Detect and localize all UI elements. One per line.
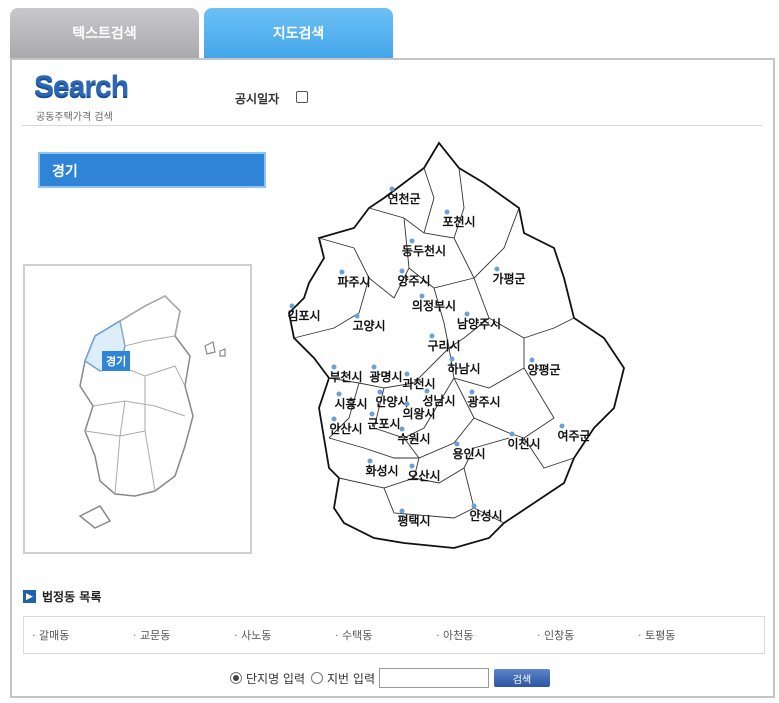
dong-item[interactable]: 사노동 (234, 627, 335, 643)
city-dot[interactable] (529, 357, 535, 363)
city-label[interactable]: 동두천시 (402, 243, 446, 258)
city-label[interactable]: 과천시 (402, 376, 435, 391)
tab-bar: 텍스트검색 지도검색 (10, 8, 775, 58)
city-label[interactable]: 수원시 (397, 432, 430, 446)
city-dot[interactable] (369, 411, 375, 417)
city-dot[interactable] (367, 458, 373, 464)
city-label[interactable]: 성남시 (422, 393, 455, 408)
city-dot[interactable] (389, 186, 395, 192)
city-label[interactable]: 이천시 (507, 436, 540, 451)
city-dot[interactable] (454, 441, 460, 447)
region-selected[interactable]: 경기 (38, 152, 266, 188)
city-label[interactable]: 포천시 (442, 214, 475, 229)
dong-list-title: 법정동 목록 (42, 590, 102, 604)
search-input[interactable] (379, 668, 489, 688)
city-dot[interactable] (377, 389, 383, 395)
city-label[interactable]: 남양주시 (457, 316, 501, 331)
city-label[interactable]: 평택시 (397, 513, 430, 528)
city-label[interactable]: 광주시 (467, 394, 500, 409)
city-dot[interactable] (399, 426, 405, 432)
city-label[interactable]: 가평군 (492, 271, 525, 286)
city-label[interactable]: 용인시 (452, 446, 485, 461)
city-dot[interactable] (354, 313, 360, 319)
city-label[interactable]: 연천군 (387, 191, 420, 206)
radio-lot-label: 지번 입력 (327, 671, 375, 686)
tab-map-search[interactable]: 지도검색 (204, 8, 393, 58)
city-dot[interactable] (331, 364, 337, 370)
city-dot[interactable] (371, 364, 377, 370)
city-dot[interactable] (444, 209, 450, 215)
city-dot[interactable] (424, 388, 430, 394)
korea-map-label: 경기 (102, 351, 131, 371)
city-dot[interactable] (399, 508, 405, 514)
city-dot[interactable] (289, 303, 295, 309)
city-dot[interactable] (331, 416, 337, 422)
city-label[interactable]: 양평군 (527, 362, 560, 377)
dong-item[interactable]: 아천동 (436, 627, 537, 643)
panel-header: Search 공동주택가격 검색 공시일자 (22, 68, 762, 126)
arrow-right-icon: ▶ (23, 590, 36, 603)
city-label[interactable]: 여주군 (557, 428, 590, 443)
city-dot[interactable] (339, 269, 345, 275)
city-dot[interactable] (429, 333, 435, 339)
dong-list-header: ▶ 법정동 목록 (23, 588, 101, 605)
dong-item[interactable]: 갈매동 (32, 627, 133, 643)
city-dot[interactable] (409, 238, 415, 244)
radio-complex-name[interactable] (230, 672, 242, 684)
city-dot[interactable] (494, 266, 500, 272)
radio-complex-label: 단지명 입력 (246, 671, 306, 686)
dong-item[interactable]: 토평동 (638, 627, 739, 643)
dong-item[interactable]: 수택동 (335, 627, 436, 643)
city-label[interactable]: 시흥시 (334, 396, 367, 411)
korea-overview-map[interactable]: 경기 (23, 264, 252, 554)
radio-lot-number[interactable] (311, 672, 324, 684)
date-label: 공시일자 (235, 92, 280, 106)
search-row: 단지명 입력 지번 입력 검색 (230, 668, 550, 688)
city-label[interactable]: 고양시 (352, 318, 385, 333)
dong-list: 갈매동 교문동 사노동 수택동 아천동 인창동 토평동 (23, 616, 765, 654)
search-panel: Search 공동주택가격 검색 공시일자 경기 경기 연천군포천시동두천시가평… (10, 58, 775, 698)
city-label[interactable]: 의정부시 (412, 298, 456, 313)
city-label[interactable]: 의왕시 (402, 406, 435, 421)
city-label[interactable]: 구리시 (427, 338, 460, 353)
city-dot[interactable] (559, 423, 565, 429)
city-dot[interactable] (449, 356, 455, 362)
city-label[interactable]: 양주시 (397, 273, 430, 288)
city-label[interactable]: 오산시 (407, 468, 440, 483)
city-dot[interactable] (404, 401, 410, 407)
search-logo: Search (34, 70, 129, 103)
gyeonggi-map: 연천군포천시동두천시가평군 파주시 양주시의정부시김포시고양시 남양주시구리시하남시 양… (287, 141, 625, 549)
city-label[interactable]: 김포시 (287, 308, 320, 323)
city-label[interactable]: 군포시 (367, 417, 400, 431)
city-label[interactable]: 안성시 (469, 508, 502, 523)
city-dot[interactable] (419, 293, 425, 299)
city-label[interactable]: 부천시 (329, 369, 362, 384)
korea-outline-icon (78, 295, 226, 529)
dong-item[interactable]: 인창동 (537, 627, 638, 643)
tab-text-search[interactable]: 텍스트검색 (10, 8, 199, 58)
city-dot[interactable] (336, 391, 342, 397)
city-dot[interactable] (404, 371, 410, 377)
city-dot[interactable] (399, 268, 405, 274)
city-dot[interactable] (409, 463, 415, 469)
city-dot[interactable] (509, 431, 515, 437)
city-label[interactable]: 하남시 (447, 361, 480, 376)
dong-item[interactable]: 교문동 (133, 627, 234, 643)
search-button[interactable]: 검색 (494, 669, 550, 687)
city-label[interactable]: 파주시 (337, 274, 370, 289)
city-label[interactable]: 화성시 (365, 463, 398, 478)
city-label[interactable]: 광명시 (369, 369, 402, 384)
date-checkbox[interactable] (296, 91, 308, 103)
city-dot[interactable] (471, 503, 477, 509)
city-label[interactable]: 안산시 (329, 421, 362, 436)
logo-subtitle: 공동주택가격 검색 (36, 112, 113, 123)
city-dot[interactable] (469, 389, 475, 395)
city-dot[interactable] (464, 311, 470, 317)
